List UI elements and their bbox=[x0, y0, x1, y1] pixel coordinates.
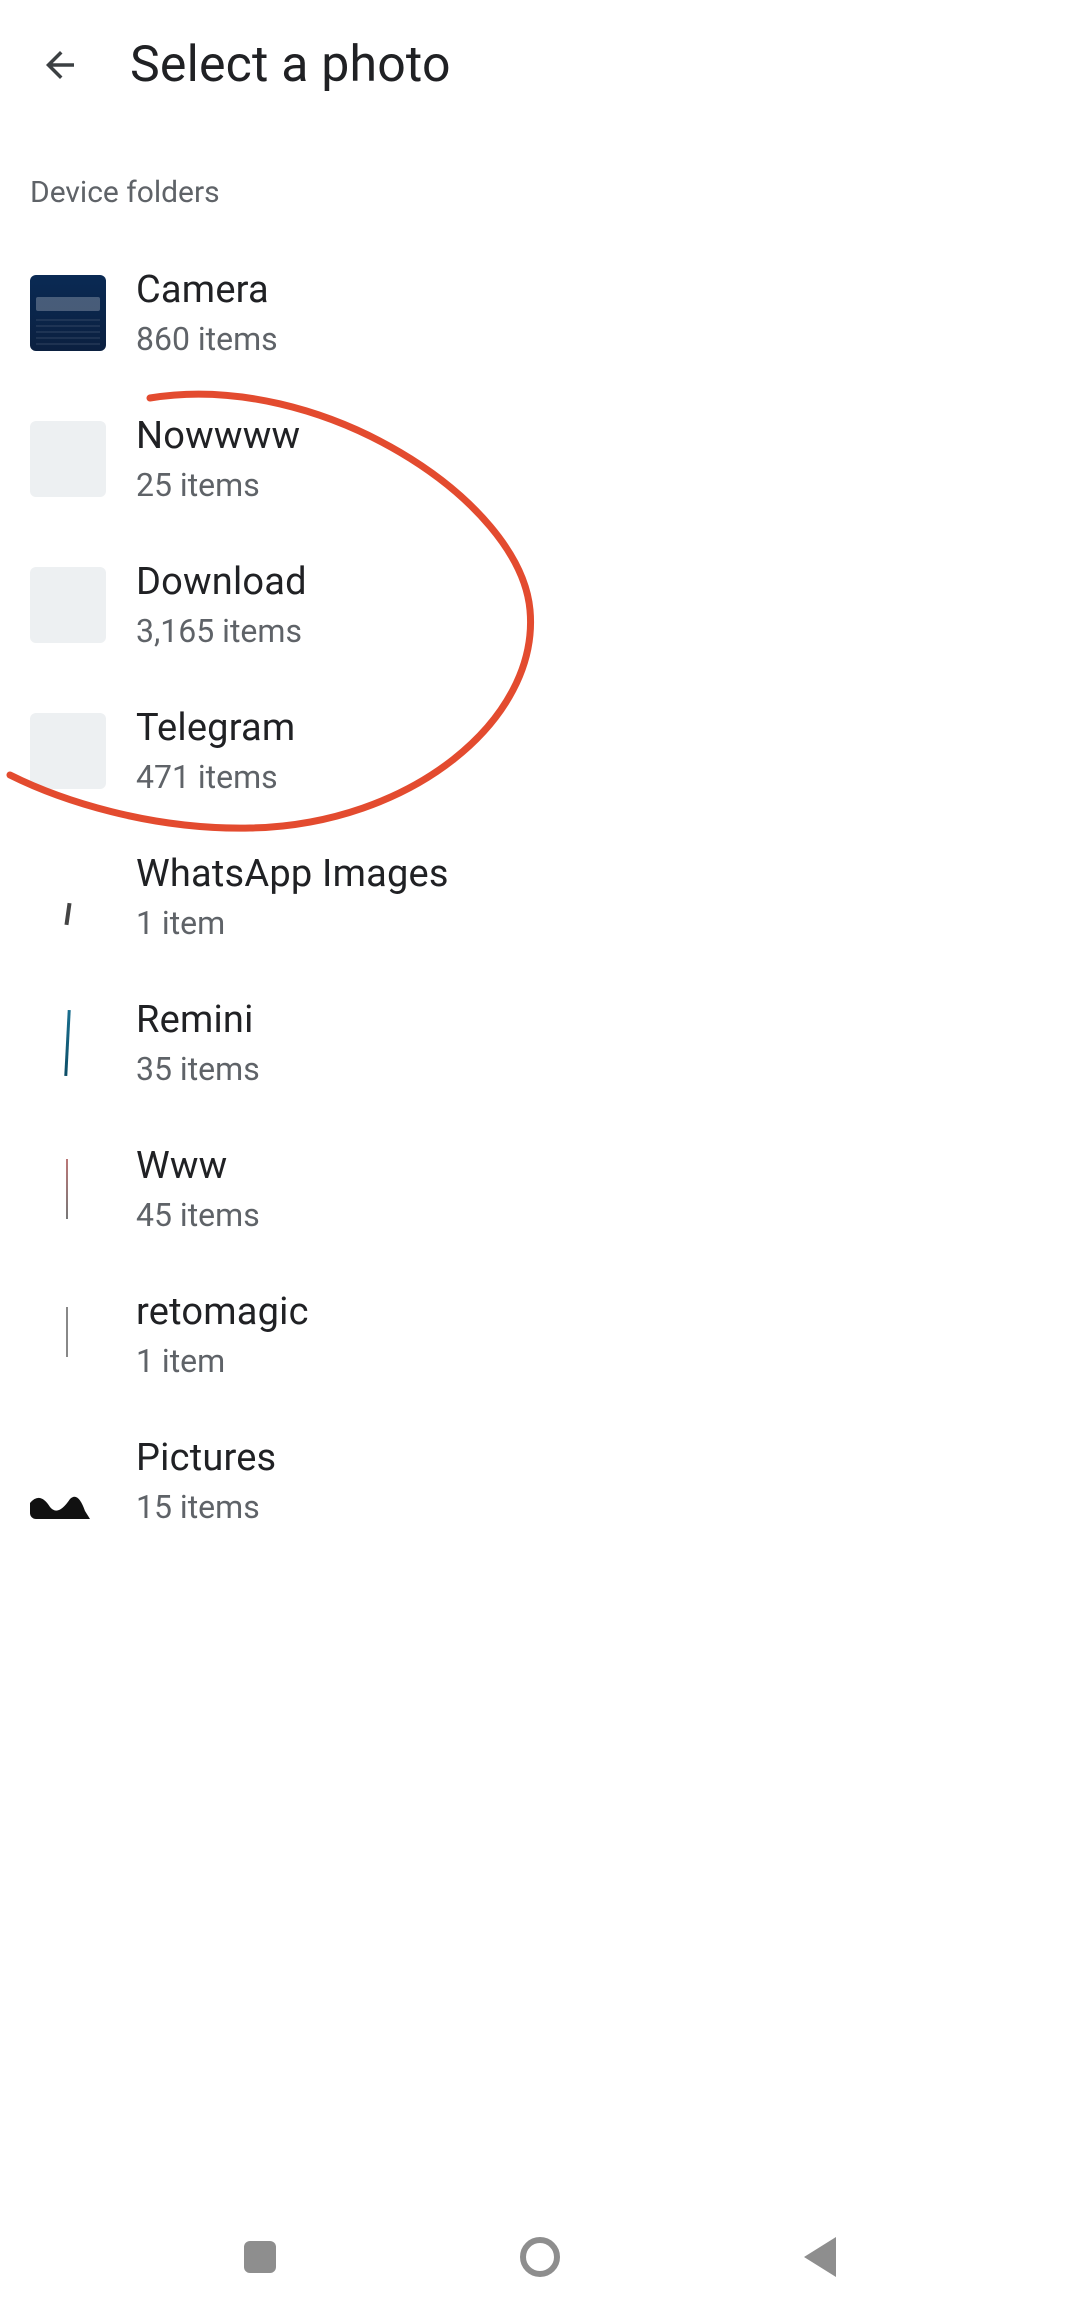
folder-name: Nowwww bbox=[136, 414, 300, 458]
folder-thumbnail bbox=[30, 1005, 106, 1081]
folder-thumbnail bbox=[30, 859, 106, 935]
square-icon bbox=[244, 2241, 276, 2273]
circle-icon bbox=[520, 2237, 560, 2277]
folder-name: WhatsApp Images bbox=[136, 852, 449, 896]
folder-list: Camera 860 items Nowwww 25 items Downloa… bbox=[0, 240, 1080, 1554]
folder-item-camera[interactable]: Camera 860 items bbox=[30, 240, 1050, 386]
folder-count: 3,165 items bbox=[136, 612, 307, 650]
folder-text: retomagic 1 item bbox=[136, 1290, 309, 1380]
folder-thumbnail bbox=[30, 567, 106, 643]
folder-item-retomagic[interactable]: retomagic 1 item bbox=[30, 1262, 1050, 1408]
folder-thumbnail bbox=[30, 275, 106, 351]
folder-text: Pictures 15 items bbox=[136, 1436, 276, 1526]
folder-count: 860 items bbox=[136, 320, 278, 358]
folder-item-pictures[interactable]: Pictures 15 items bbox=[30, 1408, 1050, 1554]
folder-text: WhatsApp Images 1 item bbox=[136, 852, 449, 942]
triangle-left-icon bbox=[804, 2237, 836, 2277]
folder-text: Nowwww 25 items bbox=[136, 414, 300, 504]
nav-home-button[interactable] bbox=[510, 2227, 570, 2287]
folder-thumbnail bbox=[30, 1297, 106, 1373]
folder-item-www[interactable]: Www 45 items bbox=[30, 1116, 1050, 1262]
folder-count: 1 item bbox=[136, 904, 449, 942]
page-title: Select a photo bbox=[130, 36, 451, 94]
folder-text: Remini 35 items bbox=[136, 998, 260, 1088]
nav-recents-button[interactable] bbox=[230, 2227, 290, 2287]
folder-name: Telegram bbox=[136, 706, 295, 750]
folder-name: Download bbox=[136, 560, 307, 604]
folder-item-download[interactable]: Download 3,165 items bbox=[30, 532, 1050, 678]
folder-text: Download 3,165 items bbox=[136, 560, 307, 650]
folder-text: Camera 860 items bbox=[136, 268, 278, 358]
folder-name: Pictures bbox=[136, 1436, 276, 1480]
nav-back-button[interactable] bbox=[790, 2227, 850, 2287]
folder-item-nowwww[interactable]: Nowwww 25 items bbox=[30, 386, 1050, 532]
folder-text: Www 45 items bbox=[136, 1144, 260, 1234]
folder-count: 45 items bbox=[136, 1196, 260, 1234]
folder-thumbnail bbox=[30, 1443, 106, 1519]
folder-name: Camera bbox=[136, 268, 278, 312]
folder-name: Www bbox=[136, 1144, 260, 1188]
folder-count: 471 items bbox=[136, 758, 295, 796]
folder-count: 25 items bbox=[136, 466, 300, 504]
folder-item-whatsapp-images[interactable]: WhatsApp Images 1 item bbox=[30, 824, 1050, 970]
section-header: Device folders bbox=[0, 120, 1080, 240]
folder-count: 35 items bbox=[136, 1050, 260, 1088]
folder-name: retomagic bbox=[136, 1290, 309, 1334]
folder-thumbnail bbox=[30, 713, 106, 789]
folder-count: 1 item bbox=[136, 1342, 309, 1380]
folder-name: Remini bbox=[136, 998, 260, 1042]
folder-thumbnail bbox=[30, 1151, 106, 1227]
folder-item-remini[interactable]: Remini 35 items bbox=[30, 970, 1050, 1116]
header: Select a photo bbox=[0, 0, 1080, 120]
system-navbar bbox=[0, 2197, 1080, 2317]
back-button[interactable] bbox=[30, 35, 90, 95]
arrow-left-icon bbox=[39, 44, 81, 86]
folder-item-telegram[interactable]: Telegram 471 items bbox=[30, 678, 1050, 824]
folder-count: 15 items bbox=[136, 1488, 276, 1526]
folder-text: Telegram 471 items bbox=[136, 706, 295, 796]
folder-thumbnail bbox=[30, 421, 106, 497]
